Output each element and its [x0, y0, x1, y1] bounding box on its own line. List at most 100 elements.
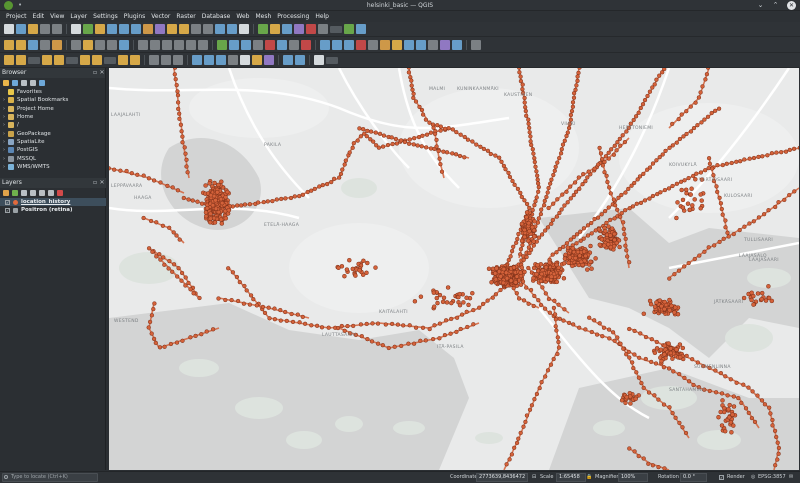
tips-icon[interactable] — [301, 39, 311, 50]
collapse-icon[interactable] — [48, 190, 54, 196]
zoom-next-icon[interactable] — [155, 24, 165, 34]
layer-item-location-history[interactable]: ✓ location_history — [0, 198, 106, 206]
coordinate-field[interactable]: 2773639,8436472 — [476, 473, 528, 482]
print-layout-icon[interactable] — [54, 55, 64, 65]
filter-icon[interactable] — [21, 80, 27, 86]
select-icon[interactable] — [252, 55, 262, 65]
layer-item-positron-retina[interactable]: ✓ Positron (retina) — [0, 206, 106, 214]
browser-item-postgis[interactable]: › PostGIS — [0, 146, 105, 154]
menu-processing[interactable]: Processing — [274, 13, 312, 20]
new-project-icon[interactable] — [392, 39, 402, 50]
map-canvas[interactable]: LAAJALAHTI PAKILA MALMI KUNINKAANMÄKI VIIKKI… — [109, 68, 799, 470]
zoom-native-icon[interactable] — [138, 39, 148, 50]
add-group-icon[interactable] — [12, 190, 18, 196]
zoom-in-icon[interactable] — [471, 39, 481, 50]
dropdown-arrow-icon[interactable] — [326, 56, 338, 64]
browser-item-home[interactable]: › Home — [0, 113, 105, 121]
dropdown-arrow-icon[interactable] — [66, 56, 78, 64]
menu-database[interactable]: Database — [199, 13, 234, 20]
browser-item-mssql[interactable]: › MSSQL — [0, 154, 105, 162]
identify-icon[interactable] — [191, 24, 201, 34]
edit-icon[interactable] — [356, 39, 366, 50]
menu-project[interactable]: Project — [3, 13, 30, 20]
open-project-icon[interactable] — [16, 55, 26, 65]
crs-globe-icon[interactable]: ◎ — [751, 474, 755, 480]
zoom-in-icon[interactable] — [118, 55, 128, 65]
statistics-icon[interactable] — [258, 24, 268, 34]
settings-icon[interactable] — [344, 39, 354, 50]
lock-scale-icon[interactable]: 🔒 — [586, 474, 592, 480]
refresh-icon[interactable] — [12, 80, 18, 86]
browser-item-spatialite[interactable]: › SpatiaLite — [0, 138, 105, 146]
eye-icon[interactable] — [21, 190, 27, 196]
tips-icon[interactable] — [294, 24, 304, 34]
field-calculator-icon[interactable] — [295, 55, 305, 65]
field-calculator-icon[interactable] — [239, 24, 249, 34]
snap-icon[interactable] — [380, 39, 390, 50]
bookmark-icon[interactable] — [174, 39, 184, 50]
zoom-in-icon[interactable] — [83, 39, 93, 50]
save-project-icon[interactable] — [28, 24, 38, 34]
attribute-table-icon[interactable] — [227, 24, 237, 34]
save-project-icon[interactable] — [416, 39, 426, 50]
attribute-table-icon[interactable] — [283, 55, 293, 65]
layer-visibility-checkbox[interactable]: ✓ — [5, 199, 10, 205]
zoom-layer-icon[interactable] — [119, 39, 129, 50]
print-layout-icon[interactable] — [40, 39, 50, 50]
dropdown-arrow-icon[interactable] — [330, 25, 342, 33]
menu-help[interactable]: Help — [312, 13, 332, 20]
expand-icon[interactable] — [39, 190, 45, 196]
refresh-icon[interactable] — [179, 24, 189, 34]
new-project-icon[interactable] — [4, 55, 14, 65]
menu-view[interactable]: View — [47, 13, 67, 20]
statistics-icon[interactable] — [265, 39, 275, 50]
deselect-icon[interactable] — [229, 39, 239, 50]
close-icon[interactable]: ✕ — [99, 179, 105, 186]
float-icon[interactable]: ▫ — [92, 179, 98, 186]
browser-item-geopackage[interactable]: › GeoPackage — [0, 129, 105, 137]
layout-manager-icon[interactable] — [52, 24, 62, 34]
zoom-full-icon[interactable] — [107, 39, 117, 50]
statistics-icon[interactable] — [314, 55, 324, 65]
deselect-icon[interactable] — [215, 24, 225, 34]
save-project-icon[interactable] — [28, 39, 38, 50]
bookmark-icon[interactable] — [167, 24, 177, 34]
menu-web[interactable]: Web — [233, 13, 252, 20]
locator-search-input[interactable]: Type to locate (Ctrl+K) — [2, 473, 98, 482]
float-icon[interactable]: ▫ — [92, 69, 98, 76]
pan-icon[interactable] — [71, 24, 81, 34]
menu-edit[interactable]: Edit — [30, 13, 48, 20]
pan-icon[interactable] — [452, 39, 462, 50]
pan-icon[interactable] — [92, 55, 102, 65]
zoom-out-icon[interactable] — [130, 55, 140, 65]
layer-style-icon[interactable] — [3, 190, 9, 196]
menu-vector[interactable]: Vector — [148, 13, 173, 20]
render-checkbox[interactable]: ✓ — [719, 475, 724, 480]
zoom-next-icon[interactable] — [204, 55, 214, 65]
messages-icon[interactable]: ✉ — [789, 474, 793, 480]
layout-manager-icon[interactable] — [52, 39, 62, 50]
select-icon[interactable] — [203, 24, 213, 34]
layout-manager-icon[interactable] — [440, 39, 450, 50]
labels-icon[interactable] — [320, 39, 330, 50]
browser-item-project-home[interactable]: › Project Home — [0, 105, 105, 113]
refresh-icon[interactable] — [186, 39, 196, 50]
new-project-icon[interactable] — [4, 39, 14, 50]
deselect-icon[interactable] — [264, 55, 274, 65]
browser-item-favorites[interactable]: Favorites — [0, 88, 105, 96]
python-icon[interactable] — [332, 39, 342, 50]
zoom-full-icon[interactable] — [149, 55, 159, 65]
new-project-icon[interactable] — [4, 24, 14, 34]
zoom-last-icon[interactable] — [143, 24, 153, 34]
menu-raster[interactable]: Raster — [173, 13, 198, 20]
browser-item-root[interactable]: › / — [0, 121, 105, 129]
print-layout-icon[interactable] — [428, 39, 438, 50]
open-project-icon[interactable] — [404, 39, 414, 50]
measure-icon[interactable] — [270, 24, 280, 34]
collapse-icon[interactable] — [30, 80, 36, 86]
browser-item-spatial-bookmarks[interactable]: › Spatial Bookmarks — [0, 96, 105, 104]
close-icon[interactable]: ✕ — [99, 69, 105, 76]
minimize-icon[interactable]: ⌄ — [756, 1, 765, 10]
zoom-last-icon[interactable] — [150, 39, 160, 50]
maximize-icon[interactable]: ⌃ — [771, 1, 780, 10]
